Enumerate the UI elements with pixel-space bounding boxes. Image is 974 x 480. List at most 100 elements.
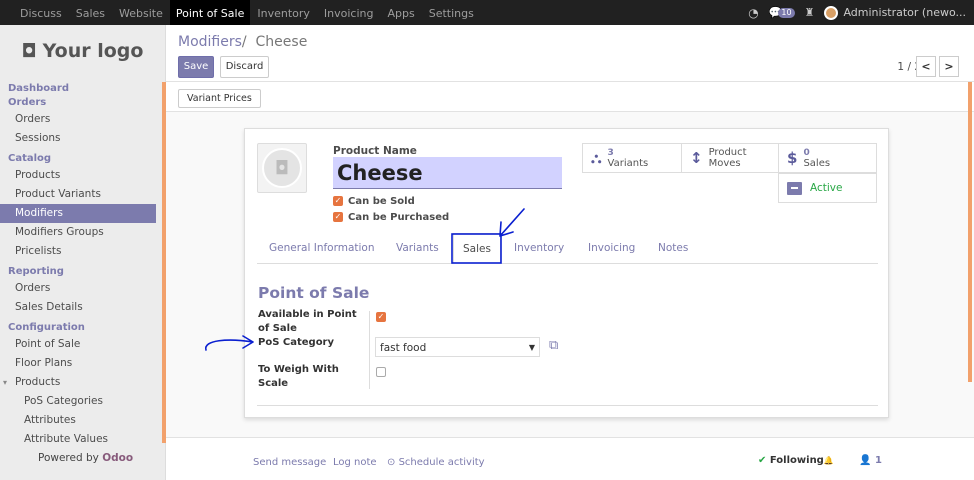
breadcrumb-modifiers[interactable]: Modifiers (178, 34, 242, 50)
app-menu: Discuss Sales Website Point of Sale Inve… (13, 0, 481, 25)
pager-next-button[interactable]: > (939, 56, 959, 77)
variants-smart-button[interactable]: ⛬ 3 Variants (582, 143, 682, 173)
send-message-button[interactable]: Send message (253, 457, 326, 468)
powered-by-text: Powered by (38, 452, 99, 464)
save-button[interactable]: Save (178, 56, 214, 78)
sidebar-item-product-variants[interactable]: Product Variants (0, 185, 165, 204)
menu-point-of-sale[interactable]: Point of Sale (169, 0, 251, 25)
scrollbar[interactable] (968, 82, 972, 382)
available-in-pos-checkbox[interactable]: ✓ (376, 312, 386, 322)
sidebar-section-orders[interactable]: Orders (0, 96, 165, 110)
can-be-sold-label: Can be Sold (348, 195, 415, 207)
company-logo: ◘ Your logo (0, 25, 165, 77)
active-label: Active (810, 182, 843, 194)
user-name: Administrator (newo... (843, 6, 966, 19)
to-weigh-label: To Weigh With Scale (258, 364, 339, 389)
sidebar-section-catalog[interactable]: Catalog (0, 152, 165, 166)
pos-category-value: fast food (380, 342, 427, 354)
dollar-icon: $ (787, 149, 798, 167)
tab-general-information[interactable]: General Information (269, 233, 375, 264)
sidebar-item-orders[interactable]: Orders (0, 110, 165, 129)
tab-invoicing[interactable]: Invoicing (588, 233, 635, 264)
variant-prices-button[interactable]: Variant Prices (178, 89, 261, 108)
variants-label: Variants (607, 157, 649, 169)
sidebar-item-pos-categories[interactable]: PoS Categories (0, 392, 165, 411)
debug-bug-icon[interactable]: ♜ (805, 6, 815, 19)
sidebar-item-attributes[interactable]: Attributes (0, 411, 165, 430)
tab-variants[interactable]: Variants (396, 233, 439, 264)
sitemap-icon: ⛬ (591, 149, 602, 167)
chevron-left-icon: < (921, 60, 931, 73)
sidebar-item-sessions[interactable]: Sessions (0, 129, 165, 148)
sidebar-item-config-point-of-sale[interactable]: Point of Sale (0, 335, 165, 354)
product-moves-smart-button[interactable]: ↕ Product Moves (681, 143, 779, 173)
can-be-sold-checkbox[interactable]: ✓ (333, 196, 343, 206)
can-be-purchased-checkbox[interactable]: ✓ (333, 212, 343, 222)
sidebar-item-config-products[interactable]: Products (0, 373, 165, 392)
sales-smart-button[interactable]: $ 0 Sales (778, 143, 877, 173)
clock-icon: ⊙ (387, 457, 396, 468)
product-moves-line1: Product (708, 147, 747, 158)
can-be-purchased-field[interactable]: ✓ Can be Purchased (333, 210, 449, 224)
form-notebook-tabs: General Information Variants Sales Inven… (257, 233, 878, 264)
bell-icon: 🔔 (823, 456, 834, 465)
user-icon: 👤 (859, 455, 872, 466)
pos-category-select[interactable]: fast food ▼ (375, 337, 540, 357)
menu-website[interactable]: Website (112, 0, 170, 25)
sidebar-menu: Dashboard Orders Orders Sessions Catalog… (0, 82, 165, 468)
sidebar-item-floor-plans[interactable]: Floor Plans (0, 354, 165, 373)
menu-inventory[interactable]: Inventory (250, 0, 317, 25)
discard-button[interactable]: Discard (220, 56, 269, 78)
external-link-icon[interactable]: ⧉ (549, 338, 558, 353)
product-image[interactable]: ◘ (257, 143, 307, 193)
up-down-arrows-icon: ↕ (690, 149, 703, 167)
archive-icon (787, 181, 802, 195)
activity-icon[interactable]: ◔ (748, 6, 758, 20)
can-be-sold-field[interactable]: ✓ Can be Sold (333, 194, 415, 208)
camera-placeholder-icon: ◘ (262, 148, 302, 188)
avatar (824, 5, 839, 20)
menu-discuss[interactable]: Discuss (13, 0, 69, 25)
sidebar-item-modifiers-groups[interactable]: Modifiers Groups (0, 223, 165, 242)
schedule-activity-button[interactable]: ⊙ Schedule activity (387, 457, 485, 468)
sidebar-item-attribute-values[interactable]: Attribute Values (0, 430, 165, 449)
menu-invoicing[interactable]: Invoicing (317, 0, 381, 25)
messaging-icon[interactable]: 💬 10 (769, 6, 795, 19)
product-moves-line2: Moves (708, 158, 741, 169)
sidebar-item-pricelists[interactable]: Pricelists (0, 242, 165, 261)
user-menu[interactable]: Administrator (newo... (824, 5, 966, 20)
sidebar-item-dashboard[interactable]: Dashboard (0, 82, 165, 96)
caret-down-icon: ▼ (528, 343, 535, 352)
sales-label: Sales (803, 157, 831, 169)
menu-apps[interactable]: Apps (380, 0, 421, 25)
product-name-input[interactable]: Cheese (333, 157, 562, 189)
tab-sales[interactable]: Sales (453, 233, 501, 264)
sidebar-section-configuration[interactable]: Configuration (0, 321, 165, 335)
following-button[interactable]: ✔ Following🔔 (758, 455, 834, 466)
active-toggle-button[interactable]: Active (778, 173, 877, 203)
pos-category-label: PoS Category (258, 337, 335, 348)
menu-sales[interactable]: Sales (69, 0, 112, 25)
tab-inventory[interactable]: Inventory (514, 233, 564, 264)
can-be-purchased-label: Can be Purchased (348, 211, 450, 223)
sidebar-item-reporting-orders[interactable]: Orders (0, 279, 165, 298)
odoo-link[interactable]: Odoo (102, 452, 133, 464)
log-note-button[interactable]: Log note (333, 457, 377, 468)
followers-button[interactable]: 👤 1 (859, 455, 882, 466)
form-statusbar: Variant Prices (166, 82, 974, 112)
available-in-pos-label: Available in Point of Sale (258, 309, 357, 334)
tab-notes[interactable]: Notes (658, 233, 688, 264)
following-label: Following (769, 455, 824, 466)
pager-previous-button[interactable]: < (916, 56, 936, 77)
powered-by: Powered by Odoo (0, 449, 165, 468)
schedule-activity-label: Schedule activity (398, 457, 485, 468)
to-weigh-checkbox[interactable] (376, 367, 386, 377)
sidebar-item-sales-details[interactable]: Sales Details (0, 298, 165, 317)
top-navbar: Discuss Sales Website Point of Sale Inve… (0, 0, 974, 25)
sidebar-item-products[interactable]: Products (0, 166, 165, 185)
sidebar-item-modifiers[interactable]: Modifiers (0, 204, 156, 223)
sidebar-section-reporting[interactable]: Reporting (0, 265, 165, 279)
menu-settings[interactable]: Settings (422, 0, 481, 25)
followers-count: 1 (874, 455, 882, 466)
breadcrumb-separator: / (241, 34, 247, 50)
